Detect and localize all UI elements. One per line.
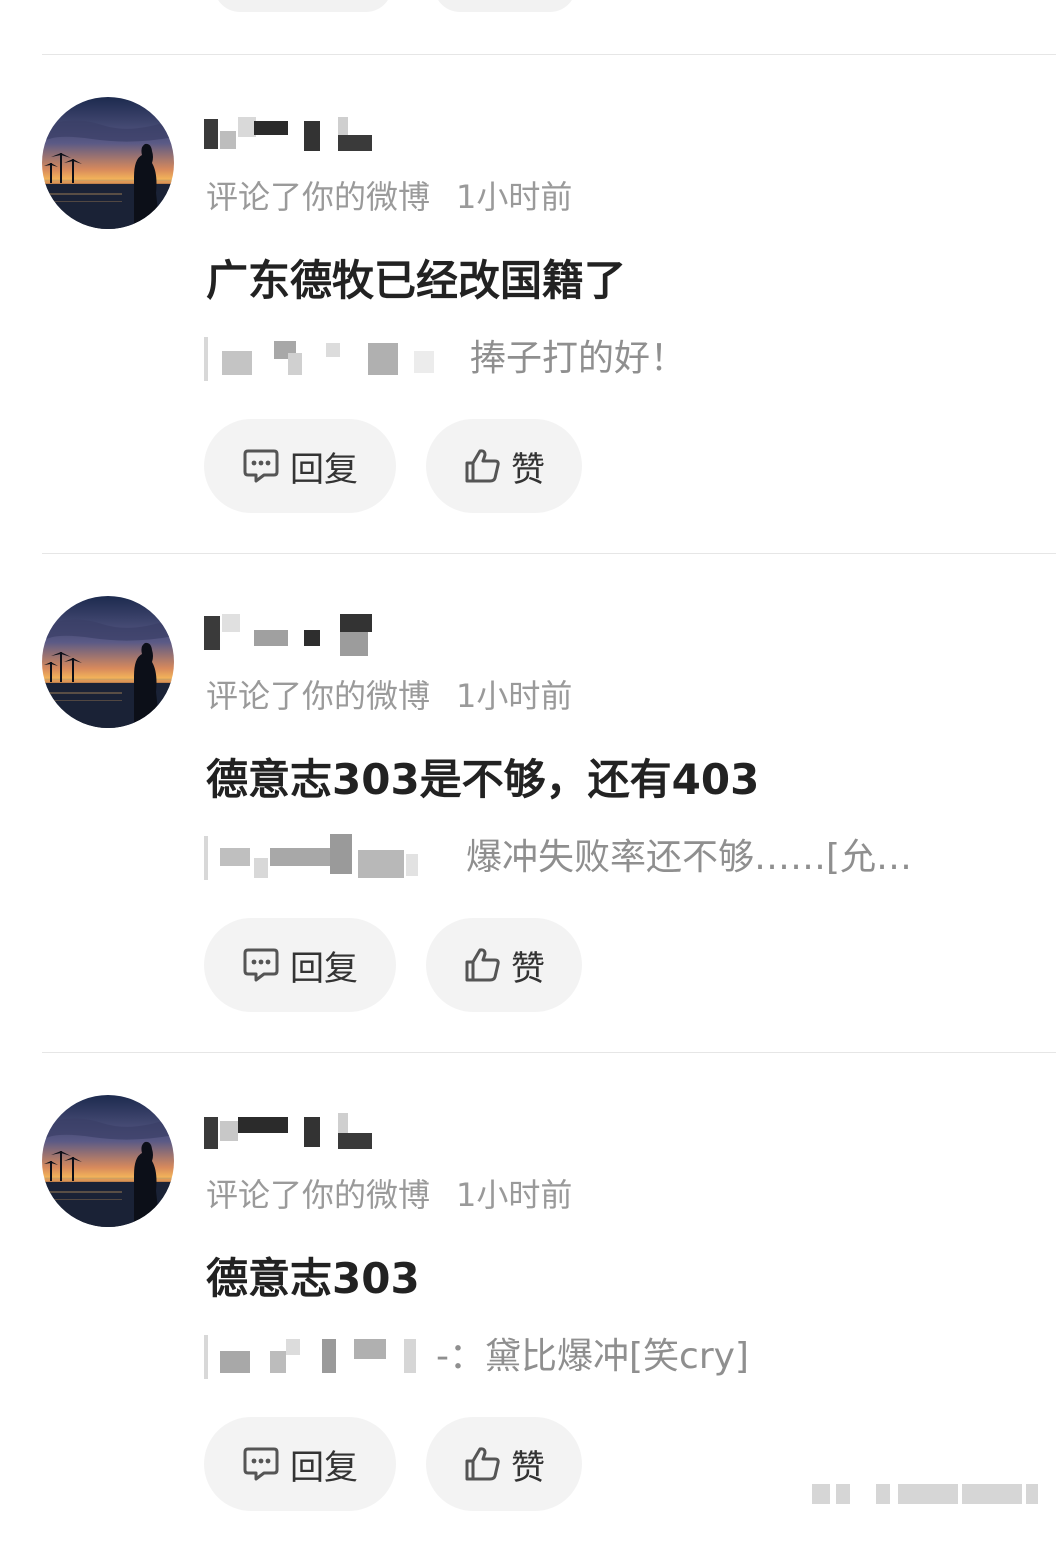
comment-meta: 评论了你的微博 1小时前	[206, 674, 572, 718]
like-button[interactable]: 赞	[426, 419, 582, 513]
comment-card: 评论了你的微博 1小时前 德意志303是不够，还有403 爆冲失败率还不够……[允…	[0, 554, 1056, 1052]
comment-text: 广东德牧已经改国籍了	[206, 256, 627, 305]
action-text: 评论了你的微博	[206, 677, 431, 715]
reply-button[interactable]: 回复	[204, 918, 396, 1012]
quoted-comment[interactable]: -：黛比爆冲[笑cry]	[204, 1331, 1004, 1381]
quoted-username-obscured	[218, 834, 458, 878]
reply-button[interactable]: 回复	[204, 1417, 396, 1511]
avatar[interactable]	[42, 1095, 174, 1227]
reply-label: 回复	[290, 948, 358, 989]
quote-bar	[204, 1335, 208, 1379]
timestamp: 1小时前	[456, 1176, 573, 1214]
like-button[interactable]: 赞	[426, 1417, 582, 1511]
comment-meta: 评论了你的微博 1小时前	[206, 1173, 572, 1217]
previous-card-buttons	[0, 0, 1056, 14]
like-label: 赞	[511, 948, 545, 989]
timestamp: 1小时前	[456, 178, 573, 216]
reply-label: 回复	[290, 1447, 358, 1488]
comment-meta: 评论了你的微博 1小时前	[206, 175, 572, 219]
watermark-obscured	[812, 1482, 1042, 1506]
username-obscured[interactable]	[204, 614, 384, 656]
reply-label: 回复	[290, 449, 358, 490]
comment-bubble-icon	[242, 947, 280, 983]
comment-bubble-icon	[242, 1446, 280, 1482]
like-button[interactable]: 赞	[426, 918, 582, 1012]
quoted-text: -：黛比爆冲[笑cry]	[436, 1336, 749, 1377]
quoted-comment[interactable]: 爆冲失败率还不够……[允…	[204, 832, 1004, 882]
timestamp: 1小时前	[456, 677, 573, 715]
quoted-comment[interactable]: 捧子打的好！	[204, 333, 1004, 383]
thumbs-up-icon	[463, 1445, 501, 1483]
quote-bar	[204, 337, 208, 381]
username-obscured[interactable]	[204, 1113, 384, 1153]
quoted-username-obscured	[218, 1339, 432, 1377]
comment-card: 评论了你的微博 1小时前 德意志303 -：黛比爆冲[笑cry] 回复 赞	[0, 1053, 1056, 1551]
action-text: 评论了你的微博	[206, 1176, 431, 1214]
thumbs-up-icon	[463, 946, 501, 984]
previous-reply-button[interactable]	[214, 0, 392, 12]
reply-button[interactable]: 回复	[204, 419, 396, 513]
thumbs-up-icon	[463, 447, 501, 485]
quoted-username-obscured	[218, 341, 448, 379]
comment-bubble-icon	[242, 448, 280, 484]
action-text: 评论了你的微博	[206, 178, 431, 216]
quoted-text: 爆冲失败率还不够……[允…	[466, 837, 913, 878]
comment-card: 评论了你的微博 1小时前 广东德牧已经改国籍了 捧子打的好！ 回复 赞	[0, 55, 1056, 553]
avatar[interactable]	[42, 596, 174, 728]
like-label: 赞	[511, 449, 545, 490]
avatar[interactable]	[42, 97, 174, 229]
previous-like-button[interactable]	[434, 0, 576, 12]
username-obscured[interactable]	[204, 115, 384, 155]
quoted-text: 捧子打的好！	[470, 338, 687, 379]
comment-text: 德意志303是不够，还有403	[206, 755, 760, 804]
comment-text: 德意志303	[206, 1254, 420, 1303]
like-label: 赞	[511, 1447, 545, 1488]
quote-bar	[204, 836, 208, 880]
